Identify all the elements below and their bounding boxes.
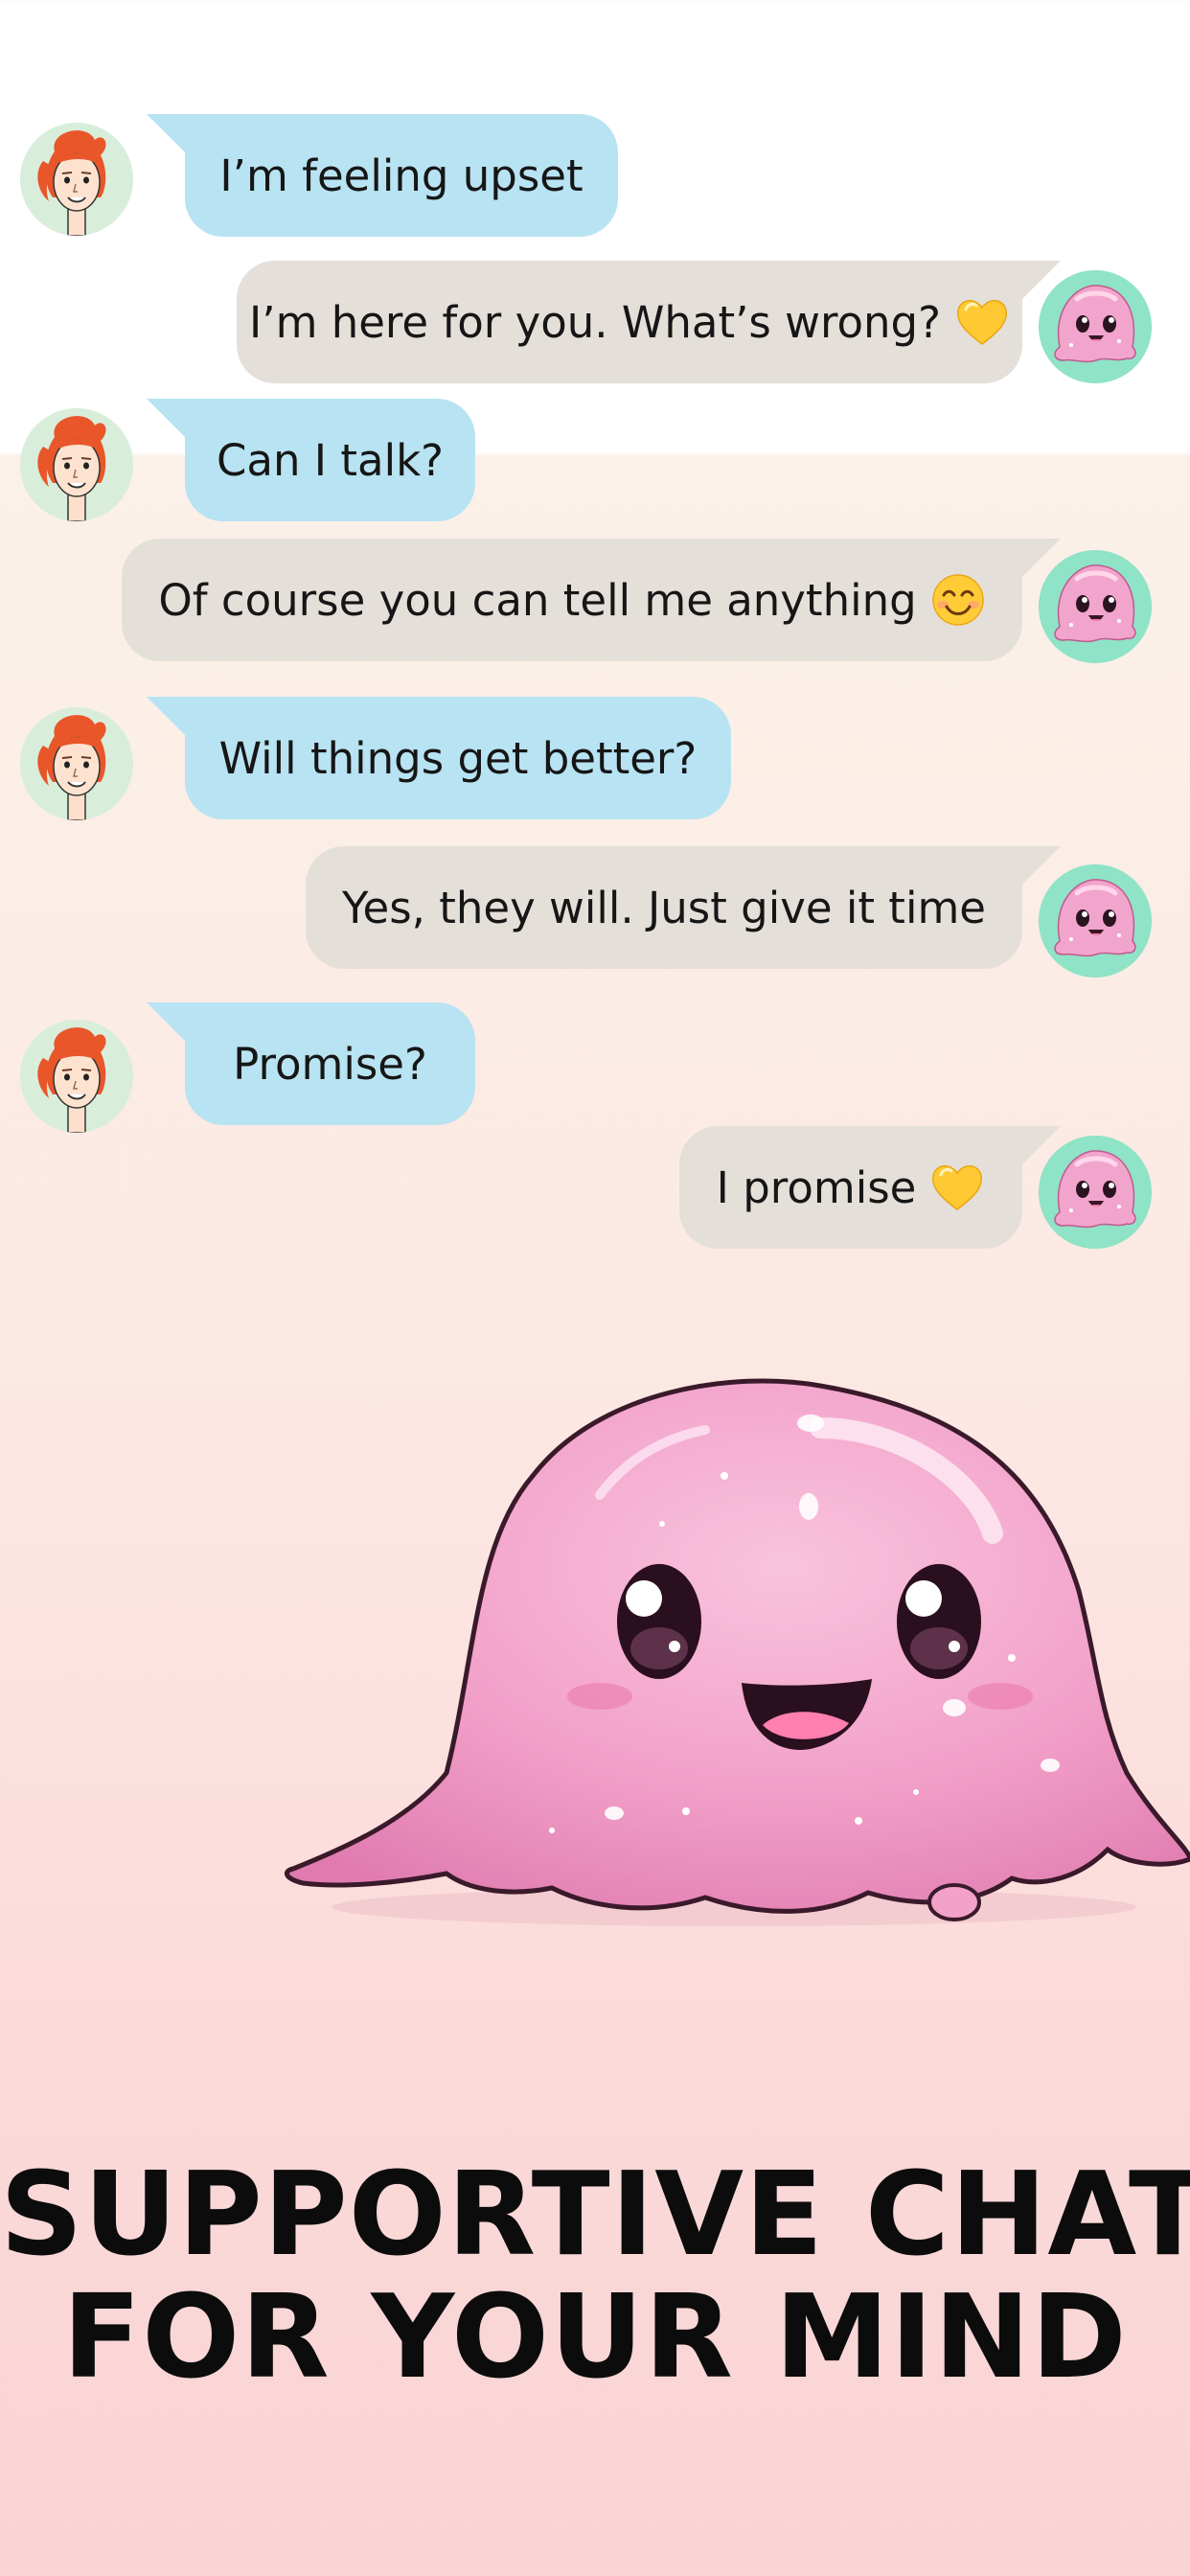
bot-avatar [1039,1136,1152,1249]
pink-blob-mascot-icon [285,1378,1190,1926]
user-avatar [20,408,133,521]
bot-message-bubble: Of course you can tell me anything [122,539,1022,661]
bot-message-bubble: Yes, they will. Just give it time [306,846,1022,969]
pink-blob-avatar-icon [1039,550,1152,663]
message-text: Yes, they will. Just give it time [342,882,986,933]
yellow-heart-icon [929,1160,985,1215]
headline: SUPPORTIVE CHAT FOR YOUR MIND [0,2154,1190,2400]
message-text: I’m feeling upset [219,150,584,201]
user-message-bubble: I’m feeling upset [185,114,618,237]
user-message-bubble: Can I talk? [185,399,475,521]
message-text: I promise [716,1162,917,1213]
smiling-face-icon [930,572,986,628]
bot-message-bubble: I’m here for you. What’s wrong? [237,261,1022,383]
user-avatar [20,1020,133,1133]
message-text: I’m here for you. What’s wrong? [249,296,941,348]
pink-blob-avatar-icon [1039,270,1152,383]
message-text: Of course you can tell me anything [158,574,917,626]
pink-blob-avatar-icon [1039,864,1152,978]
girl-avatar-icon [20,123,133,236]
message-text: Can I talk? [216,434,445,486]
bot-avatar [1039,864,1152,978]
user-avatar [20,123,133,236]
girl-avatar-icon [20,408,133,521]
headline-line-2: FOR YOUR MIND [62,2271,1128,2404]
user-message-bubble: Promise? [185,1002,475,1125]
bot-avatar [1039,550,1152,663]
message-text: Promise? [233,1038,427,1090]
bot-message-bubble: I promise [679,1126,1022,1249]
girl-avatar-icon [20,1020,133,1133]
user-avatar [20,707,133,820]
yellow-heart-icon [954,294,1010,350]
chat-thread: I’m feeling upset I’m here for you. What… [0,0,1190,1265]
bot-avatar [1039,270,1152,383]
user-message-bubble: Will things get better? [185,697,731,819]
pink-blob-avatar-icon [1039,1136,1152,1249]
headline-line-1: SUPPORTIVE CHAT [0,2149,1190,2282]
girl-avatar-icon [20,707,133,820]
message-text: Will things get better? [218,732,698,784]
